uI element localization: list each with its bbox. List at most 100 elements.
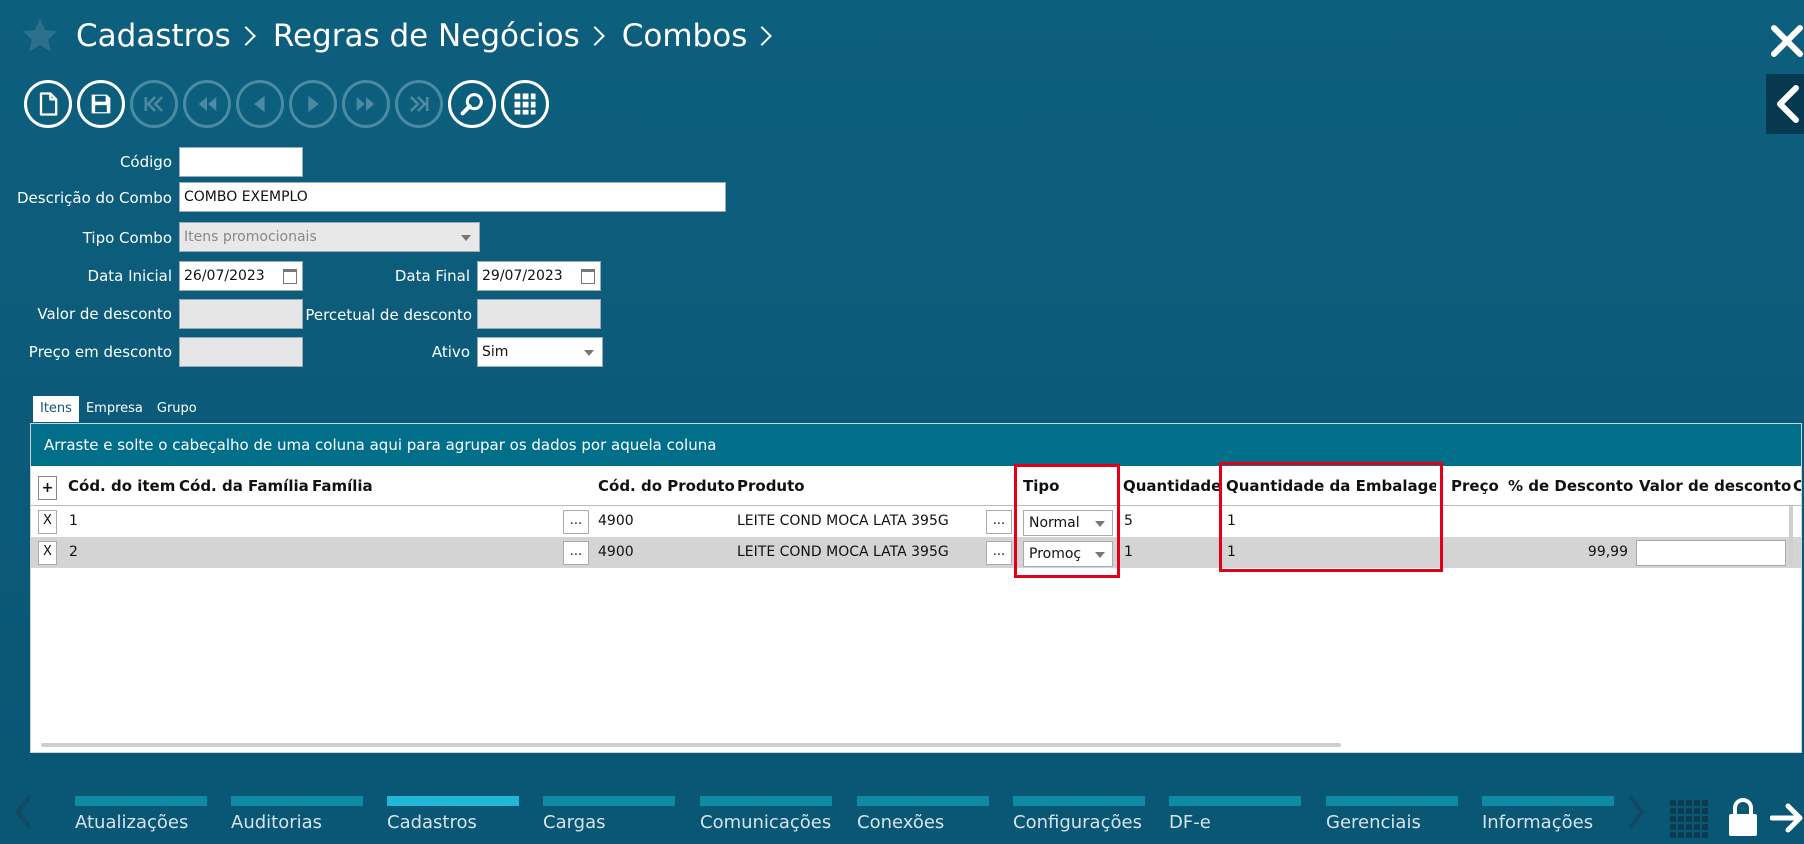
rewind-button[interactable] [183,80,231,128]
codigo-input[interactable] [179,147,303,177]
col-familia[interactable]: Família [312,466,373,506]
chevron-left-icon [1777,85,1799,123]
familia-lookup-button[interactable]: ... [563,541,589,565]
preco-desconto-input [179,337,303,367]
nav-gerenciais[interactable]: Gerenciais [1326,796,1458,833]
delete-row-button[interactable]: X [38,510,57,534]
col-cod-familia[interactable]: Cód. da Família [179,466,309,506]
last-record-button[interactable] [395,80,443,128]
col-preco[interactable]: Preço [1451,466,1499,506]
nav-informacoes[interactable]: Informações [1482,796,1614,833]
save-button[interactable] [77,80,125,128]
search-icon [460,93,483,116]
nav-dfe[interactable]: DF-e [1169,796,1301,833]
skip-first-icon [144,96,164,112]
bottom-nav: Atualizações Auditorias Cadastros Cargas… [0,766,1804,844]
nav-atualizacoes[interactable]: Atualizações [75,796,207,833]
first-record-button[interactable] [130,80,178,128]
nav-label: Cargas [543,812,606,833]
calendar-icon[interactable] [283,269,297,284]
tab-grupo[interactable]: Grupo [150,396,204,422]
chevron-right-icon[interactable] [1626,792,1648,832]
new-button[interactable] [24,80,72,128]
nav-indicator [1326,796,1458,806]
valor-desconto-label: Valor de desconto [37,305,172,323]
data-inicial-label: Data Inicial [87,267,172,285]
chevron-left-icon[interactable] [12,792,34,832]
close-icon[interactable] [1770,20,1804,60]
next-record-button[interactable] [289,80,337,128]
nav-cadastros[interactable]: Cadastros [387,796,519,833]
tipo-combo-label: Tipo Combo [82,229,172,247]
group-by-hint[interactable]: Arraste e solte o cabeçalho de uma colun… [31,424,1801,466]
nav-label: Gerenciais [1326,812,1421,833]
ativo-value: Sim [482,344,509,360]
cell-cod-item: 1 [69,513,78,529]
nav-cargas[interactable]: Cargas [543,796,675,833]
col-percentual-desconto[interactable]: % de Desconto [1508,466,1633,506]
grid-icon [514,93,536,115]
logout-arrow-icon[interactable] [1770,798,1804,838]
breadcrumb-regras[interactable]: Regras de Negócios [273,18,580,54]
nav-label: DF-e [1169,812,1211,833]
fast-forward-button[interactable] [342,80,390,128]
lock-icon[interactable] [1726,796,1760,838]
grid-header: + Cód. do item Cód. da Família Família C… [31,466,1801,506]
nav-label: Auditorias [231,812,323,833]
col-quantidade[interactable]: Quantidade [1123,466,1221,506]
breadcrumb-combos[interactable]: Combos [622,18,748,54]
cell-percentual-desconto: 99,99 [1587,544,1628,560]
add-row-button[interactable]: + [38,476,57,500]
favorite-star-icon[interactable] [20,16,60,56]
valor-desconto-cell-input[interactable] [1636,540,1786,566]
cell-quantidade: 1 [1124,544,1133,560]
col-extra[interactable]: C [1793,466,1801,506]
col-produto[interactable]: Produto [737,466,805,506]
apps-grid-icon[interactable] [1670,800,1710,840]
nav-indicator [857,796,989,806]
nav-configuracoes[interactable]: Configurações [1013,796,1145,833]
data-final-input[interactable]: 29/07/2023 [477,261,601,291]
produto-lookup-button[interactable]: ... [986,541,1012,565]
descricao-input[interactable]: COMBO EXEMPLO [179,182,726,212]
table-row[interactable]: X 2 ... 4900 LEITE COND MOCA LATA 395G .… [31,537,1801,568]
tipo-combo-select[interactable]: Itens promocionais [179,222,480,252]
breadcrumb-cadastros[interactable]: Cadastros [76,18,231,54]
search-button[interactable] [448,80,496,128]
produto-lookup-button[interactable]: ... [986,510,1012,534]
nav-conexoes[interactable]: Conexões [857,796,989,833]
col-cod-produto[interactable]: Cód. do Produto [598,466,735,506]
nav-label: Atualizações [75,812,189,833]
familia-lookup-button[interactable]: ... [563,510,589,534]
valor-desconto-input [179,299,303,329]
cell-cod-produto: 4900 [598,513,634,529]
col-cod-item[interactable]: Cód. do item [68,466,175,506]
horizontal-scrollbar[interactable] [41,743,1341,747]
cell-quantidade: 5 [1124,513,1133,529]
tab-empresa[interactable]: Empresa [79,396,150,422]
delete-row-button[interactable]: X [38,541,57,565]
ativo-select[interactable]: Sim [477,337,603,367]
nav-auditorias[interactable]: Auditorias [231,796,363,833]
grid-view-button[interactable] [501,80,549,128]
nav-indicator [387,796,519,806]
previous-record-button[interactable] [236,80,284,128]
nav-indicator [231,796,363,806]
rewind-icon [198,97,217,111]
side-panel-toggle[interactable] [1766,74,1804,134]
cell-produto: LEITE COND MOCA LATA 395G [737,544,949,560]
percentual-desconto-label: Percetual de desconto [305,306,472,324]
nav-comunicacoes[interactable]: Comunicações [700,796,832,833]
nav-label: Comunicações [700,812,832,833]
calendar-icon[interactable] [581,269,595,284]
table-row[interactable]: X 1 ... 4900 LEITE COND MOCA LATA 395G .… [31,506,1801,537]
tab-bar: Itens Empresa Grupo [33,396,204,422]
skip-last-icon [409,96,429,112]
fast-forward-icon [356,97,375,111]
tab-itens[interactable]: Itens [33,396,79,422]
vertical-scrollbar[interactable] [1789,506,1793,564]
data-inicial-input[interactable]: 26/07/2023 [179,261,303,291]
nav-indicator [1013,796,1145,806]
col-valor-desconto[interactable]: Valor de desconto [1639,466,1791,506]
data-final-value: 29/07/2023 [482,268,563,284]
